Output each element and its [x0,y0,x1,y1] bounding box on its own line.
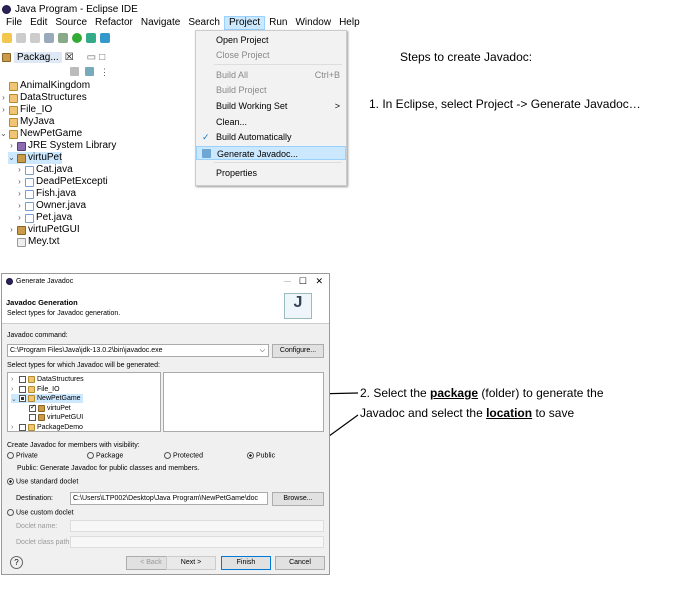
next-button[interactable]: Next > [166,556,216,570]
checkbox[interactable] [29,414,36,421]
chevron-right-icon[interactable]: › [11,376,17,383]
chevron-down-icon[interactable]: ⌵ [260,347,265,355]
dialog-header: Javadoc Generation Select types for Java… [2,288,329,324]
doclet-class-path-input[interactable] [70,536,324,548]
type-tree-label: virtuPet [47,404,71,412]
radio-private[interactable]: Private [7,452,38,459]
visibility-label: Create Javadoc for members with visibili… [7,442,140,449]
visibility-radio-group: Private Package Protected Public [7,452,327,462]
command-value: C:\Program Files\Java\jdk-13.0.2\bin\jav… [10,347,163,354]
help-icon[interactable]: ? [10,556,23,569]
command-label: Javadoc command: [7,332,68,339]
type-tree-item[interactable]: virtuPetGUI [21,413,83,422]
package-icon [38,414,45,421]
minimize-icon[interactable]: — [284,278,291,285]
checkbox[interactable] [19,395,26,402]
doclet-class-path-label: Doclet class path: [16,539,72,546]
doclet-name-input[interactable] [70,520,324,532]
project-icon [28,385,35,393]
dialog-title-bar: Generate Javadoc — ☐ ✕ [2,274,329,288]
chevron-down-icon[interactable]: ⌄ [11,395,17,403]
radio-private-icon [7,452,14,459]
eclipse-logo-icon [6,277,13,285]
chevron-right-icon[interactable]: › [11,424,17,431]
dialog-heading: Javadoc Generation [6,298,78,307]
radio-package-icon [87,452,94,459]
type-tree-item[interactable]: ⌄ NewPetGame [11,394,83,403]
radio-standard-doclet[interactable]: Use standard doclet [7,478,78,485]
cancel-button[interactable]: Cancel [275,556,325,570]
radio-standard-icon [7,478,14,485]
type-tree-label: PackageDemo [37,423,83,431]
types-label: Select types for which Javadoc will be g… [7,362,160,369]
types-tree: › DataStructures › File_IO ⌄ NewPetGame virtuP… [7,372,161,432]
close-icon[interactable]: ✕ [315,276,323,287]
radio-public[interactable]: Public [247,452,275,459]
radio-protected-icon [164,452,171,459]
chevron-right-icon[interactable]: › [11,386,17,393]
checkbox[interactable] [29,403,36,412]
destination-input[interactable]: C:\Users\LTP002\Desktop\Java Program\New… [70,492,268,505]
checkbox[interactable] [19,376,26,383]
radio-custom-icon [7,509,14,516]
checkbox[interactable] [19,385,26,393]
configure-button[interactable]: Configure... [272,344,324,358]
maximize-icon[interactable]: ☐ [299,276,307,287]
javadoc-command-combo[interactable]: C:\Program Files\Java\jdk-13.0.2\bin\jav… [7,344,269,357]
radio-protected[interactable]: Protected [164,452,203,459]
radio-custom-doclet[interactable]: Use custom doclet [7,509,74,516]
type-tree-label: NewPetGame [37,395,81,402]
generate-javadoc-dialog: Generate Javadoc — ☐ ✕ Javadoc Generatio… [1,273,330,575]
project-icon [28,376,35,383]
type-tree-item[interactable]: › DataStructures [11,375,84,384]
members-list[interactable] [163,372,324,432]
type-tree-item[interactable]: › PackageDemo [11,423,83,432]
package-icon [38,404,45,412]
destination-label: Destination: [16,495,53,502]
radio-public-icon [247,452,254,459]
project-icon [28,395,35,402]
type-tree-label: DataStructures [37,376,84,383]
type-tree-label: File_IO [37,385,60,393]
dialog-subheading: Select types for Javadoc generation. [7,310,121,317]
type-tree-item[interactable]: virtuPet [21,403,71,413]
dialog-title: Generate Javadoc [16,277,74,285]
radio-package[interactable]: Package [87,452,123,459]
finish-button[interactable]: Finish [221,556,271,570]
javadoc-wizard-icon: J [284,293,312,319]
project-icon [28,423,35,431]
browse-button[interactable]: Browse... [272,492,324,506]
visibility-description: Public: Generate Javadoc for public clas… [17,465,200,472]
type-tree-item[interactable]: › File_IO [11,385,60,394]
doclet-name-label: Doclet name: [16,523,58,530]
type-tree-label: virtuPetGUI [47,414,84,421]
checkbox[interactable] [19,423,26,431]
